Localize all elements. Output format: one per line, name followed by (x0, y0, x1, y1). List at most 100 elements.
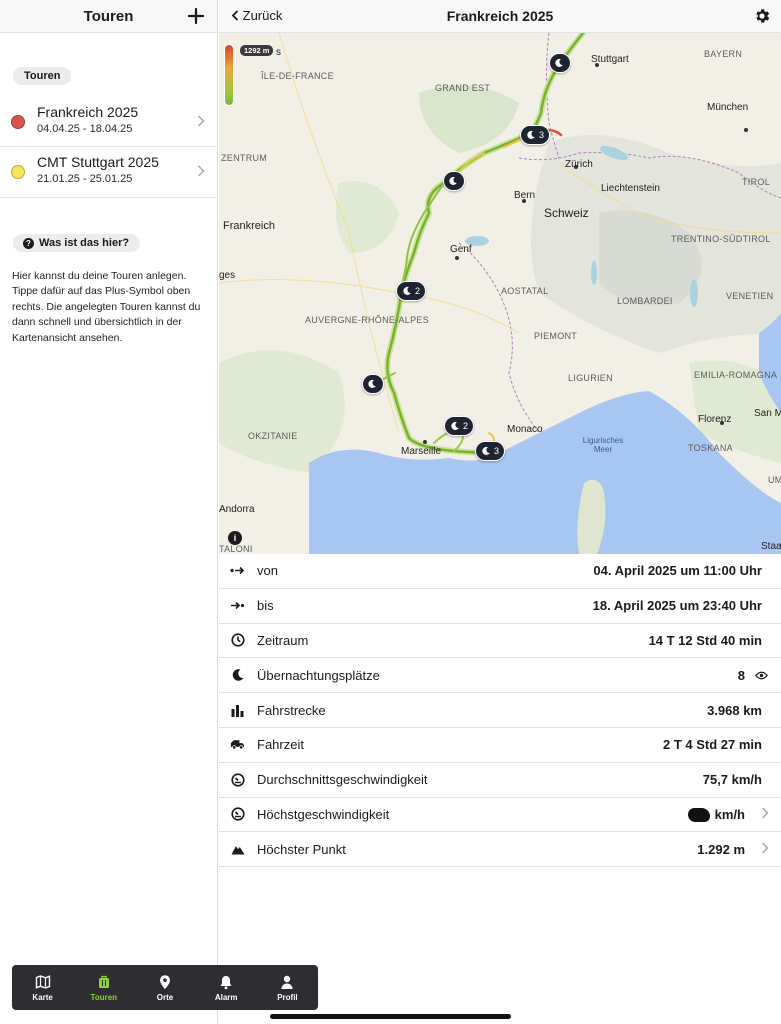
route-map[interactable]: ÎLE-DE-FRANCE GRAND EST BAYERN ZENTRUM T… (219, 33, 781, 554)
overnight-pin[interactable]: 3 (475, 441, 506, 461)
map-region-label: AOSTATAL (501, 286, 549, 296)
map-region-label: GRAND EST (435, 83, 491, 93)
pin-count: 2 (415, 286, 421, 296)
map-icon (35, 974, 50, 989)
tab-label: Profil (277, 992, 298, 1002)
van-icon (230, 737, 245, 752)
stat-value: 8 (737, 667, 745, 683)
detail-header: Zurück Frankreich 2025 (219, 0, 781, 33)
map-region-label: TOSKANA (688, 443, 733, 453)
map-city-label: Bern (514, 190, 536, 201)
pin-count: 3 (539, 130, 545, 140)
eye-icon[interactable] (755, 671, 768, 680)
map-city-label: Zürich (565, 159, 593, 170)
map-city-label: ges (219, 270, 236, 281)
map-region-label: UMBR (768, 475, 781, 485)
tour-name: CMT Stuttgart 2025 (37, 154, 159, 170)
map-city-label: Florenz (698, 414, 732, 425)
stat-value: 14 T 12 Std 40 min (648, 632, 762, 648)
tour-dates: 21.01.25 - 25.01.25 (37, 173, 133, 185)
chevron-right-icon (761, 841, 769, 858)
map-region-label: PIEMONT (534, 331, 578, 341)
pin-count: 2 (463, 421, 469, 431)
stat-row-distance: Fahrstrecke 3.968 km (219, 693, 781, 728)
map-region-label: TALONI (219, 544, 253, 554)
tour-list: Frankreich 2025 04.04.25 - 18.04.25 CMT … (0, 97, 217, 198)
tab-label: Orte (156, 992, 174, 1002)
gear-icon[interactable] (753, 7, 771, 25)
tours-sidebar: Touren Touren Frankreich 2025 04.04.25 -… (0, 0, 218, 1024)
map-city-label: Marseille (401, 446, 442, 457)
mountain-icon (230, 842, 245, 857)
stat-label: Höchster Punkt (257, 841, 346, 857)
map-region-label: LOMBARDEI (617, 296, 673, 306)
elevation-badge: 1292 m (240, 45, 274, 56)
page-title: Frankreich 2025 (446, 8, 554, 24)
arrow-start-icon (230, 563, 245, 578)
pin-count: 3 (494, 446, 500, 456)
stat-label: Fahrstrecke (257, 702, 326, 718)
help-label: Was ist das hier? (39, 237, 130, 249)
suitcase-icon (98, 975, 109, 988)
overnight-pin[interactable] (549, 53, 571, 73)
add-tour-button[interactable] (185, 4, 207, 28)
tour-color-dot (11, 114, 25, 129)
moon-icon (482, 446, 490, 455)
bar-chart-icon (230, 703, 245, 718)
redaction-blob (687, 808, 710, 823)
map-city-label: Frankreich (223, 220, 275, 232)
stat-row-highest-point[interactable]: Höchster Punkt 1.292 m (219, 832, 781, 868)
moon-icon (448, 176, 457, 185)
map-region-label: TIROL (742, 177, 771, 187)
stat-value: 18. April 2025 um 23:40 Uhr (592, 598, 762, 614)
help-chip: ? Was ist das hier? (13, 234, 141, 252)
stat-value: 2 T 4 Std 27 min (663, 737, 762, 753)
stat-value: 1.292 m (697, 841, 745, 857)
person-icon (281, 975, 293, 989)
overnight-pin[interactable]: 2 (396, 281, 427, 301)
plus-icon (187, 7, 205, 25)
tour-dates: 04.04.25 - 18.04.25 (37, 123, 133, 135)
moon-icon (451, 421, 459, 430)
help-text: Hier kannst du deine Touren anlegen. Tip… (12, 270, 201, 344)
stat-row-max-speed[interactable]: Höchstgeschwindigkeit km/h (219, 798, 781, 833)
overnight-pin[interactable]: 3 (520, 125, 551, 145)
tab-orte[interactable]: Orte (134, 965, 195, 1010)
tour-item-cmt-stuttgart-2025[interactable]: CMT Stuttgart 2025 21.01.25 - 25.01.25 (0, 147, 217, 198)
tab-label: Touren (90, 992, 118, 1002)
stat-row-start: von 04. April 2025 um 11:00 Uhr (219, 554, 781, 589)
map-city-label: Schweiz (544, 206, 589, 220)
tab-label: Karte (32, 992, 53, 1002)
overnight-pin[interactable] (443, 171, 465, 191)
stat-value: 75,7 km/h (702, 772, 762, 788)
map-region-label: OKZITANIE (248, 431, 298, 441)
map-region-label: ZENTRUM (221, 153, 268, 163)
tour-item-frankreich-2025[interactable]: Frankreich 2025 04.04.25 - 18.04.25 (0, 97, 217, 147)
location-pin-icon (160, 974, 170, 989)
stat-row-avg-speed: Durchschnittsgeschwindigkeit 75,7 km/h (219, 763, 781, 798)
stat-row-overnights: Übernachtungsplätze 8 (219, 658, 781, 694)
stat-label: Übernachtungsplätze (257, 667, 380, 683)
overnight-pin[interactable] (362, 374, 384, 394)
tab-touren[interactable]: Touren (73, 965, 134, 1010)
stat-label: bis (257, 598, 274, 614)
overnight-pin[interactable]: 2 (444, 416, 475, 436)
sidebar-title: Touren (83, 7, 134, 25)
question-icon: ? (23, 237, 34, 249)
stat-label: Zeitraum (257, 632, 309, 648)
chevron-right-icon (761, 806, 769, 823)
tab-alarm[interactable]: Alarm (196, 965, 257, 1010)
moon-icon (230, 668, 245, 683)
stat-label: Durchschnittsgeschwindigkeit (257, 772, 428, 788)
info-icon[interactable]: i (228, 531, 242, 545)
tab-label: Alarm (214, 992, 238, 1002)
map-city-label: Genf (450, 244, 472, 255)
tab-profil[interactable]: Profil (257, 965, 318, 1010)
map-region-label: VENETIEN (726, 291, 774, 301)
stat-label: von (257, 563, 278, 579)
map-city-label: München (707, 102, 749, 113)
stat-value: 3.968 km (707, 702, 762, 718)
clock-icon (230, 633, 245, 648)
tab-karte[interactable]: Karte (12, 965, 73, 1010)
map-region-label: EMILIA-ROMAGNA (694, 370, 778, 380)
